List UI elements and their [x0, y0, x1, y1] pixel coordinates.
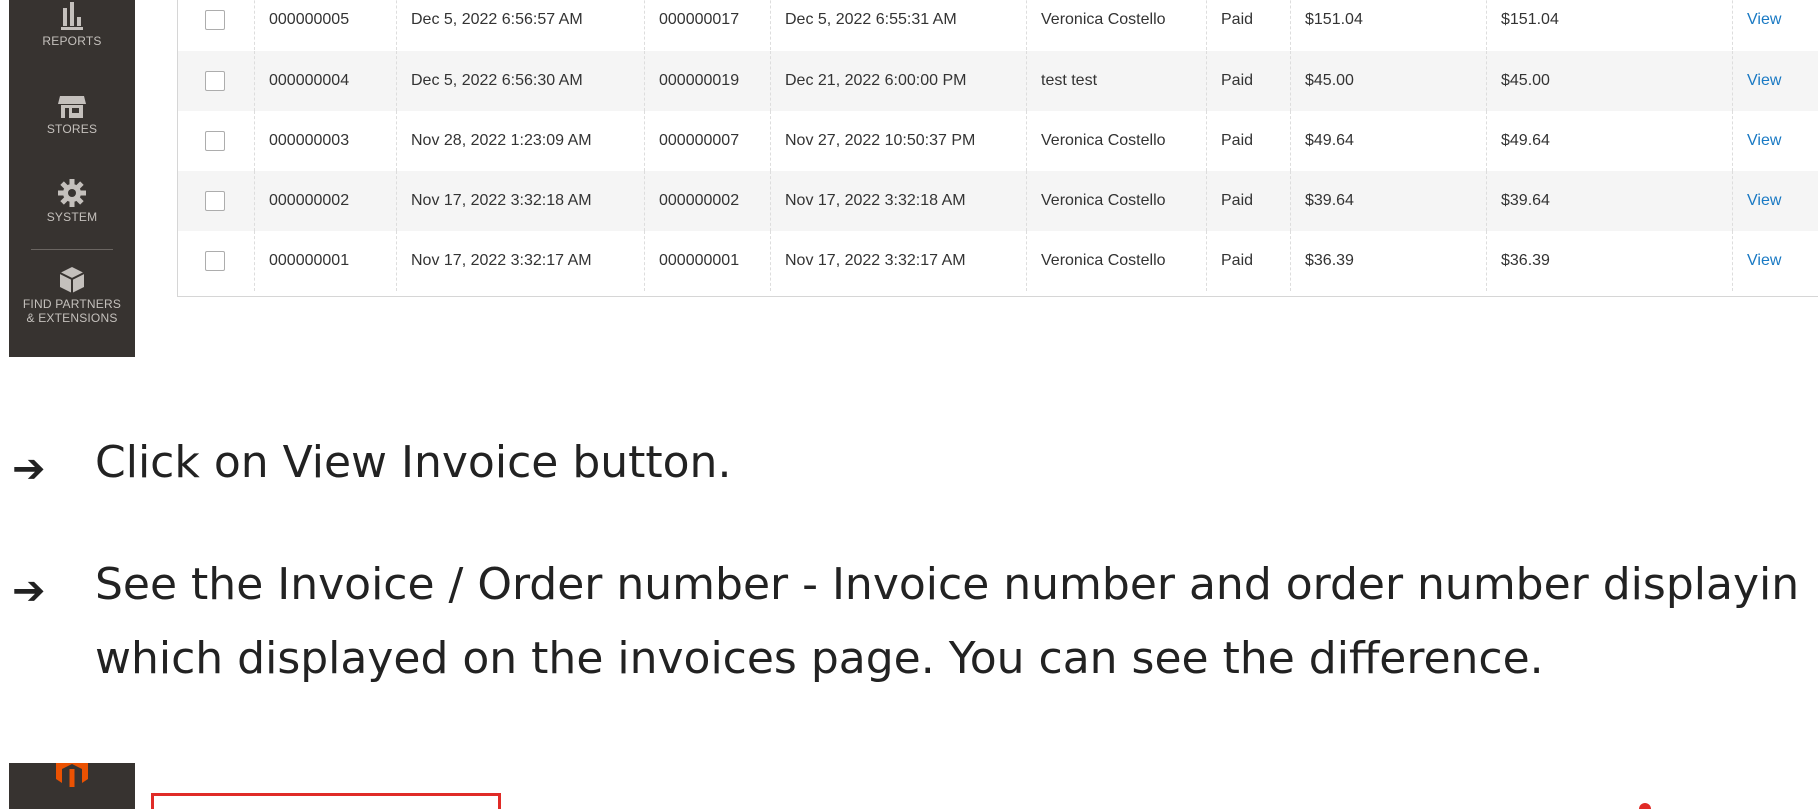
bill-to-cell: Veronica Costello — [1027, 171, 1207, 231]
select-cell — [178, 231, 255, 291]
notification-dot — [1639, 803, 1651, 809]
order-date-cell: Nov 27, 2022 10:50:37 PM — [771, 111, 1027, 171]
view-link[interactable]: View — [1747, 252, 1781, 269]
amount-cell: $49.64 — [1487, 111, 1733, 171]
select-cell — [178, 171, 255, 231]
bar-chart-icon — [61, 2, 83, 30]
amount-cell: $45.00 — [1291, 51, 1487, 111]
invoice-number-cell: 000000003 — [255, 111, 397, 171]
box-icon — [59, 267, 85, 293]
action-cell: View — [1733, 0, 1818, 50]
select-cell — [178, 0, 255, 50]
amount-cell: $36.39 — [1487, 231, 1733, 291]
bill-to-cell: Veronica Costello — [1027, 231, 1207, 291]
table-row: 000000005 Dec 5, 2022 6:56:57 AM 0000000… — [178, 0, 1818, 50]
status-cell: Paid — [1207, 231, 1291, 291]
action-cell: View — [1733, 51, 1818, 111]
amount-cell: $36.39 — [1291, 231, 1487, 291]
highlight-box — [151, 793, 501, 809]
row-checkbox[interactable] — [205, 10, 225, 30]
instruction-line: See the Invoice / Order number - Invoice… — [95, 559, 1800, 610]
order-date-cell: Nov 17, 2022 3:32:18 AM — [771, 171, 1027, 231]
bill-to-cell: Veronica Costello — [1027, 0, 1207, 50]
magento-logo-icon — [56, 763, 88, 787]
table-row: 000000003 Nov 28, 2022 1:23:09 AM 000000… — [178, 111, 1818, 171]
invoice-date-cell: Dec 5, 2022 6:56:30 AM — [397, 51, 645, 111]
instruction-line: which displayed on the invoices page. Yo… — [95, 633, 1544, 684]
invoice-date-cell: Nov 28, 2022 1:23:09 AM — [397, 111, 645, 171]
select-cell — [178, 51, 255, 111]
order-number-cell: 000000002 — [645, 171, 771, 231]
instruction-text: See the Invoice / Order number - Invoice… — [95, 548, 1799, 696]
sidebar-item-label: STORES — [46, 122, 98, 136]
amount-cell: $49.64 — [1291, 111, 1487, 171]
row-checkbox[interactable] — [205, 71, 225, 91]
invoice-view-screenshot — [9, 763, 1818, 809]
view-link[interactable]: View — [1747, 72, 1781, 89]
sidebar-item-system[interactable]: SYSTEM — [9, 178, 135, 224]
sidebar-item-label: & EXTENSIONS — [26, 311, 118, 325]
status-cell: Paid — [1207, 51, 1291, 111]
sidebar-item-reports[interactable]: REPORTS — [9, 2, 135, 48]
table-row: 000000004 Dec 5, 2022 6:56:30 AM 0000000… — [178, 51, 1818, 111]
invoice-number-cell: 000000004 — [255, 51, 397, 111]
arrow-right-icon: ➔ — [12, 446, 46, 492]
action-cell: View — [1733, 171, 1818, 231]
amount-cell: $45.00 — [1487, 51, 1733, 111]
invoice-number-cell: 000000001 — [255, 231, 397, 291]
amount-cell: $39.64 — [1487, 171, 1733, 231]
row-checkbox[interactable] — [205, 251, 225, 271]
order-number-cell: 000000017 — [645, 0, 771, 50]
invoice-number-cell: 000000002 — [255, 171, 397, 231]
action-cell: View — [1733, 231, 1818, 291]
invoice-date-cell: Nov 17, 2022 3:32:18 AM — [397, 171, 645, 231]
order-number-cell: 000000019 — [645, 51, 771, 111]
admin-logo-tile — [9, 763, 135, 809]
invoice-date-cell: Dec 5, 2022 6:56:57 AM — [397, 0, 645, 50]
table-row: 000000001 Nov 17, 2022 3:32:17 AM 000000… — [178, 231, 1818, 291]
store-icon — [58, 96, 86, 118]
action-cell: View — [1733, 111, 1818, 171]
amount-cell: $151.04 — [1291, 0, 1487, 50]
invoice-number-cell: 000000005 — [255, 0, 397, 50]
invoices-grid: 000000005 Dec 5, 2022 6:56:57 AM 0000000… — [177, 0, 1818, 297]
order-date-cell: Nov 17, 2022 3:32:17 AM — [771, 231, 1027, 291]
order-date-cell: Dec 21, 2022 6:00:00 PM — [771, 51, 1027, 111]
gear-icon — [58, 179, 86, 207]
admin-sidebar: REPORTS STORES SYSTEM FIND PARTNERS & EX… — [9, 0, 135, 357]
view-link[interactable]: View — [1747, 11, 1781, 28]
status-cell: Paid — [1207, 111, 1291, 171]
select-cell — [178, 111, 255, 171]
row-checkbox[interactable] — [205, 191, 225, 211]
sidebar-divider — [31, 249, 113, 250]
invoice-date-cell: Nov 17, 2022 3:32:17 AM — [397, 231, 645, 291]
instruction-text: Click on View Invoice button. — [95, 437, 732, 488]
status-cell: Paid — [1207, 171, 1291, 231]
bill-to-cell: Veronica Costello — [1027, 111, 1207, 171]
view-link[interactable]: View — [1747, 132, 1781, 149]
arrow-right-icon: ➔ — [12, 568, 46, 614]
amount-cell: $39.64 — [1291, 171, 1487, 231]
bill-to-cell: test test — [1027, 51, 1207, 111]
sidebar-item-find-partners[interactable]: FIND PARTNERS & EXTENSIONS — [9, 265, 135, 325]
amount-cell: $151.04 — [1487, 0, 1733, 50]
sidebar-item-stores[interactable]: STORES — [9, 92, 135, 136]
status-cell: Paid — [1207, 0, 1291, 50]
sidebar-item-label: REPORTS — [42, 34, 102, 48]
table-row: 000000002 Nov 17, 2022 3:32:18 AM 000000… — [178, 171, 1818, 231]
invoices-grid-screenshot: REPORTS STORES SYSTEM FIND PARTNERS & EX… — [0, 0, 1818, 360]
order-date-cell: Dec 5, 2022 6:55:31 AM — [771, 0, 1027, 50]
row-checkbox[interactable] — [205, 131, 225, 151]
order-number-cell: 000000001 — [645, 231, 771, 291]
sidebar-item-label: FIND PARTNERS — [22, 297, 122, 311]
sidebar-item-label: SYSTEM — [46, 210, 98, 224]
order-number-cell: 000000007 — [645, 111, 771, 171]
view-link[interactable]: View — [1747, 192, 1781, 209]
